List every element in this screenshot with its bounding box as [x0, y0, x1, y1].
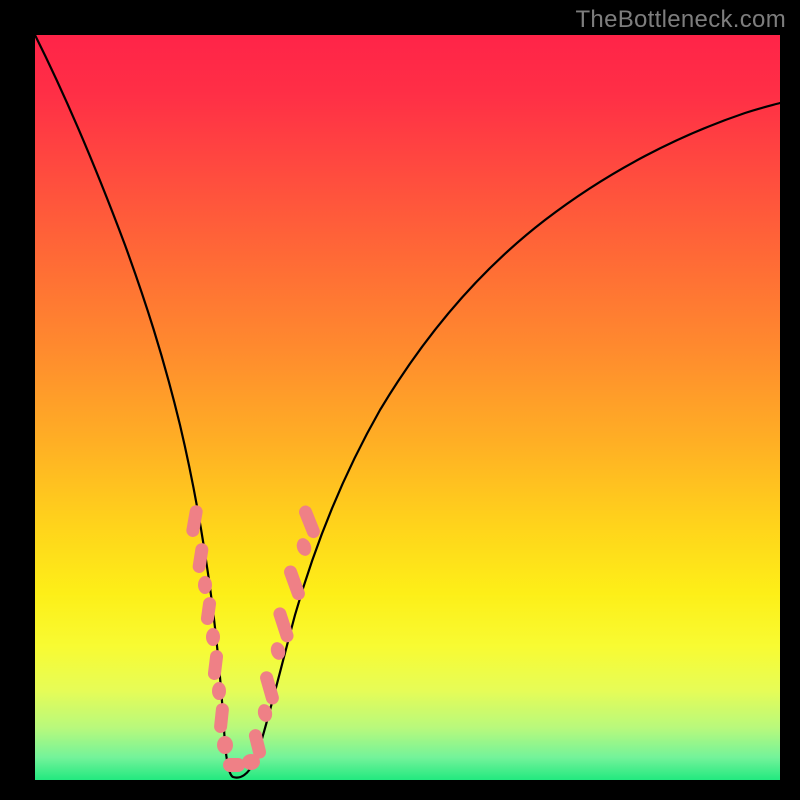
bead [206, 628, 220, 646]
beads-left [185, 504, 233, 754]
bead [212, 682, 226, 700]
bead [282, 564, 307, 602]
beads-right [248, 504, 322, 760]
bead [297, 504, 322, 540]
bottleneck-curve [35, 35, 780, 778]
bead [259, 670, 281, 706]
curve-svg [35, 35, 780, 780]
watermark-text: TheBottleneck.com [575, 6, 786, 34]
bead [223, 758, 245, 772]
beads-bottom [223, 754, 260, 772]
bead [198, 576, 212, 594]
plot-area [35, 35, 780, 780]
bead [213, 702, 229, 733]
bead [207, 649, 224, 680]
bead [217, 736, 233, 754]
bead [294, 536, 313, 558]
chart-frame: TheBottleneck.com [0, 0, 800, 800]
